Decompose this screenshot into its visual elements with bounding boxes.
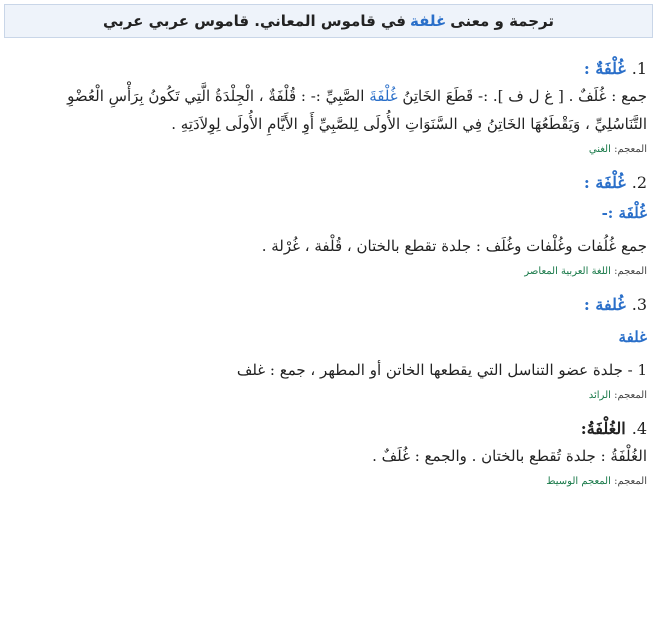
entry-word-link[interactable]: غُلفة : — [584, 295, 626, 314]
entry-2: 2. غُلْفَة : غُلْفَة :- جمع غُلُفات وغُلْ… — [0, 172, 657, 280]
entry-word-link[interactable]: غُلْفَة : — [584, 173, 626, 192]
entry-word-link[interactable]: غُلْفَةٌ : — [584, 59, 626, 78]
dictionary-name-link[interactable]: الغني — [589, 144, 611, 155]
title-keyword: غلفة — [410, 12, 447, 30]
dictionary-label: المعجم: — [614, 144, 647, 155]
entry-4: 4. الغُلْفَةُ: الغُلْفَةُ : جلدة تُقطع با… — [0, 418, 657, 490]
entry-heading: 3. غُلفة : — [14, 294, 647, 316]
dictionary-source: المعجم: المعجم الوسيط — [14, 474, 647, 490]
entry-number: 4. — [631, 419, 647, 438]
dictionary-label: المعجم: — [614, 476, 647, 487]
entry-definition: 1 - جلدة عضو التناسل التي يقطعها الخاتن … — [236, 361, 647, 379]
entry-subheading: غلفة — [618, 328, 647, 346]
dictionary-name-link[interactable]: اللغة العربية المعاصر — [524, 266, 611, 277]
entry-definition: جمع غُلُفات وغُلْفات وغُلَف : جلدة تقطع … — [261, 237, 647, 255]
title-suffix: في قاموس المعاني. قاموس عربي عربي — [102, 12, 406, 30]
results-list: 1. غُلْفَةٌ : جمع : غُلَفٌ . [ غ ل ف ]. :… — [0, 44, 657, 624]
entry-number: 1. — [631, 59, 647, 78]
entry-heading: 4. الغُلْفَةُ: — [14, 418, 647, 440]
dictionary-label: المعجم: — [614, 266, 647, 277]
definition-text: جمع : غُلَفٌ . [ غ ل ف ]. :- قَطَعَ الخَ… — [402, 87, 647, 105]
entry-heading: 2. غُلْفَة : — [14, 172, 647, 194]
dictionary-label: المعجم: — [614, 390, 647, 401]
entry-definition: الغُلْفَةُ : جلدة تُقطع بالختان . والجمع… — [372, 447, 647, 465]
entry-word-link[interactable]: الغُلْفَةُ: — [581, 419, 626, 438]
dictionary-source: المعجم: الرائد — [14, 388, 647, 404]
entry-number: 3. — [631, 295, 647, 314]
dictionary-source: المعجم: اللغة العربية المعاصر — [14, 264, 647, 280]
page-title: ترجمة و معنى غلفة في قاموس المعاني. قامو… — [4, 4, 653, 38]
dictionary-source: المعجم: الغني — [14, 142, 647, 158]
entry-1: 1. غُلْفَةٌ : جمع : غُلَفٌ . [ غ ل ف ]. :… — [0, 58, 657, 158]
definition-keyword: غُلْفَةَ — [369, 87, 398, 105]
entry-number: 2. — [631, 173, 647, 192]
entry-subheading: غُلْفَة :- — [601, 204, 647, 222]
dictionary-name-link[interactable]: المعجم الوسيط — [546, 476, 611, 487]
entry-3: 3. غُلفة : غلفة 1 - جلدة عضو التناسل التي… — [0, 294, 657, 404]
title-prefix: ترجمة و معنى — [450, 12, 555, 30]
entry-definition: جمع : غُلَفٌ . [ غ ل ف ]. :- قَطَعَ الخَ… — [14, 82, 647, 138]
dictionary-name-link[interactable]: الرائد — [589, 390, 611, 401]
entry-heading: 1. غُلْفَةٌ : — [14, 58, 647, 80]
